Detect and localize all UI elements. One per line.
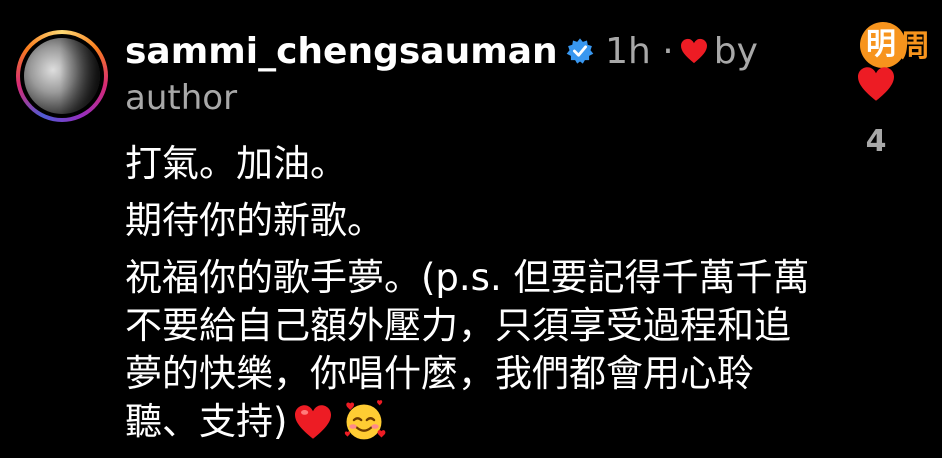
like-button-heart-icon[interactable] — [856, 66, 896, 102]
watermark-char-1: 明 — [866, 27, 896, 62]
liked-by-heart-icon — [680, 38, 707, 64]
avatar-shade — [60, 38, 100, 114]
red-heart-icon — [295, 405, 332, 439]
avatar[interactable] — [16, 30, 108, 122]
avatar-photo — [24, 38, 100, 114]
liked-by-label: by — [713, 31, 758, 72]
comment-line-3-text: 祝福你的歌手夢。(p.s. 但要記得千萬千萬不要給自己額外壓力，只須享受過程和追… — [125, 256, 810, 443]
comment-body: 打氣。加油。 期待你的新歌。 祝福你的歌手夢。(p.s. 但要記得千萬千萬不要給… — [125, 140, 825, 455]
comment-line-2: 期待你的新歌。 — [125, 199, 384, 242]
comment-line-3: 祝福你的歌手夢。(p.s. 但要記得千萬千萬不要給自己額外壓力，只須享受過程和追… — [125, 254, 825, 446]
watermark-logo: 明 周 — [858, 16, 932, 72]
verified-badge-icon — [566, 38, 593, 64]
meta-separator: · — [662, 31, 674, 72]
comment-time: 1h — [605, 31, 651, 72]
smiling-face-with-hearts-icon — [345, 400, 386, 440]
comment-line-1: 打氣。加油。 — [125, 142, 347, 185]
watermark-char-2: 周 — [900, 29, 930, 64]
like-count[interactable]: 4 — [856, 124, 896, 159]
username-link[interactable]: sammi_chengsauman — [125, 31, 558, 72]
avatar-border — [20, 34, 104, 118]
comment-header: sammi_chengsauman 1h · by — [125, 30, 758, 74]
liked-by-author: author — [125, 78, 238, 118]
